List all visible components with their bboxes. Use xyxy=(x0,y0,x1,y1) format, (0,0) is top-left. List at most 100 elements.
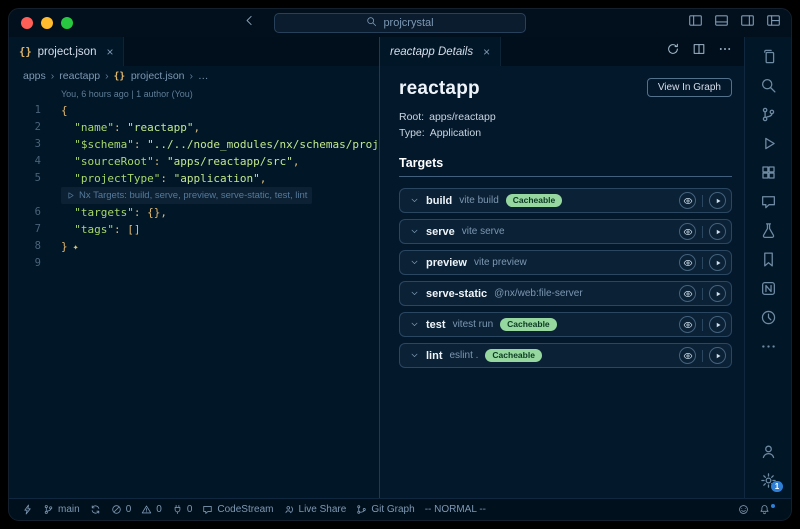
codestream-icon[interactable]: CodeStream xyxy=(197,499,278,520)
more-icon[interactable] xyxy=(745,332,791,361)
screen: projcrystal {} project.json × apps›react… xyxy=(0,0,800,529)
chevron-down-icon[interactable] xyxy=(410,289,419,298)
run-target-button[interactable] xyxy=(709,285,726,302)
show-target-config-button[interactable] xyxy=(679,347,696,364)
target-row-lint[interactable]: linteslint .Cacheable xyxy=(399,343,732,368)
eye-icon xyxy=(683,227,693,237)
code-editor[interactable]: You, 6 hours ago | 1 author (You) 1{2 "n… xyxy=(9,86,379,498)
feedback-icon[interactable] xyxy=(733,504,754,515)
bell-icon[interactable] xyxy=(754,504,783,515)
divider xyxy=(702,319,703,331)
cacheable-badge: Cacheable xyxy=(506,194,563,207)
breadcrumb-item[interactable]: apps xyxy=(23,70,46,82)
close-tab-icon[interactable]: × xyxy=(106,45,113,59)
run-target-button[interactable] xyxy=(709,254,726,271)
target-row-preview[interactable]: previewvite preview xyxy=(399,250,732,275)
tab-reactapp-details[interactable]: reactapp Details × xyxy=(380,37,501,66)
port-icon[interactable]: 0 xyxy=(167,499,198,520)
split-editor-icon[interactable] xyxy=(692,42,706,61)
files-icon[interactable] xyxy=(745,42,791,71)
run-target-button[interactable] xyxy=(709,192,726,209)
left-tabbar: {} project.json × xyxy=(9,37,379,66)
nx-targets-inlay-hint[interactable]: Nx Targets: build, serve, preview, serve… xyxy=(61,187,312,204)
debug-icon[interactable] xyxy=(745,129,791,158)
code-line[interactable]: 2 "name": "reactapp", xyxy=(9,119,379,136)
target-row-test[interactable]: testvitest runCacheable xyxy=(399,312,732,337)
layout-sidebar-left-icon[interactable] xyxy=(688,13,703,33)
close-tab-icon[interactable]: × xyxy=(483,45,490,59)
run-target-button[interactable] xyxy=(709,223,726,240)
run-target-button[interactable] xyxy=(709,316,726,333)
inlay-hint-line[interactable]: Nx Targets: build, serve, preview, serve… xyxy=(9,187,379,204)
error-icon[interactable]: 0 xyxy=(106,499,137,520)
breadcrumb[interactable]: apps›reactapp›{} project.json›… xyxy=(9,66,379,86)
maximize-window-button[interactable] xyxy=(61,17,73,29)
layout-sidebar-right-icon[interactable] xyxy=(740,13,755,33)
code-line[interactable]: 9 xyxy=(9,255,379,272)
settings-gear-icon[interactable]: 1 xyxy=(745,466,791,495)
refresh-icon[interactable] xyxy=(666,42,680,61)
code-line[interactable]: 5 "projectType": "application", xyxy=(9,170,379,187)
customize-layout-icon[interactable] xyxy=(766,13,781,33)
target-row-serve[interactable]: servevite serve xyxy=(399,219,732,244)
code-line[interactable]: 7 "tags": [] xyxy=(9,221,379,238)
line-number: 1 xyxy=(9,102,53,119)
command-center-search[interactable]: projcrystal xyxy=(274,13,526,33)
cacheable-badge: Cacheable xyxy=(485,349,542,362)
code-line[interactable]: 6 "targets": {}, xyxy=(9,204,379,221)
minimize-window-button[interactable] xyxy=(41,17,53,29)
sync-icon[interactable] xyxy=(85,499,106,520)
nx-console-icon[interactable] xyxy=(745,274,791,303)
codestream-icon[interactable] xyxy=(745,187,791,216)
code-line[interactable]: 1{ xyxy=(9,102,379,119)
extensions-icon[interactable] xyxy=(745,158,791,187)
branch-icon[interactable]: main xyxy=(38,499,85,520)
source-control-icon[interactable] xyxy=(745,100,791,129)
more-actions-icon[interactable] xyxy=(718,42,732,61)
eye-icon xyxy=(683,196,693,206)
history-icon[interactable] xyxy=(745,303,791,332)
search-icon[interactable] xyxy=(745,71,791,100)
show-target-config-button[interactable] xyxy=(679,254,696,271)
code-line[interactable]: 4 "sourceRoot": "apps/reactapp/src", xyxy=(9,153,379,170)
tab-project-json[interactable]: {} project.json × xyxy=(9,37,124,66)
back-icon[interactable] xyxy=(243,14,256,32)
test-flask-icon[interactable] xyxy=(745,216,791,245)
account-icon[interactable] xyxy=(745,437,791,466)
chevron-down-icon[interactable] xyxy=(410,351,419,360)
target-row-serve-static[interactable]: serve-static@nx/web:file-server xyxy=(399,281,732,306)
show-target-config-button[interactable] xyxy=(679,316,696,333)
json-file-icon: {} xyxy=(114,71,131,82)
vim-mode-indicator[interactable]: -- NORMAL -- xyxy=(420,499,491,520)
run-target-button[interactable] xyxy=(709,347,726,364)
root-label: Root: xyxy=(399,111,424,123)
chevron-down-icon[interactable] xyxy=(410,258,419,267)
breadcrumb-item[interactable]: reactapp xyxy=(59,70,100,82)
target-row-build[interactable]: buildvite buildCacheable xyxy=(399,188,732,213)
code-line[interactable]: 3 "$schema": "../../node_modules/nx/sche… xyxy=(9,136,379,153)
line-number: 3 xyxy=(9,136,53,153)
target-name: serve xyxy=(426,226,455,238)
show-target-config-button[interactable] xyxy=(679,192,696,209)
show-target-config-button[interactable] xyxy=(679,223,696,240)
remote-icon[interactable] xyxy=(17,499,38,520)
type-value: Application xyxy=(430,127,481,139)
breadcrumb-item[interactable]: {} project.json xyxy=(114,70,185,82)
codelens-blame[interactable]: You, 6 hours ago | 1 author (You) xyxy=(61,87,379,102)
cacheable-badge: Cacheable xyxy=(500,318,557,331)
view-in-graph-button[interactable]: View In Graph xyxy=(647,78,732,97)
code-line[interactable]: 8}✦ xyxy=(9,238,379,255)
chevron-down-icon[interactable] xyxy=(410,320,419,329)
bookmark-icon[interactable] xyxy=(745,245,791,274)
show-target-config-button[interactable] xyxy=(679,285,696,302)
warning-icon[interactable]: 0 xyxy=(136,499,167,520)
liveshare-icon[interactable]: Live Share xyxy=(279,499,352,520)
breadcrumb-item[interactable]: … xyxy=(198,70,209,82)
chevron-down-icon[interactable] xyxy=(410,196,419,205)
gitgraph-icon[interactable]: Git Graph xyxy=(351,499,419,520)
close-window-button[interactable] xyxy=(21,17,33,29)
layout-panel-icon[interactable] xyxy=(714,13,729,33)
copilot-sparkle-icon[interactable]: ✦ xyxy=(73,242,79,253)
chevron-down-icon[interactable] xyxy=(410,227,419,236)
nx-project-details-panel: reactapp View In Graph Root:apps/reactap… xyxy=(380,66,744,498)
